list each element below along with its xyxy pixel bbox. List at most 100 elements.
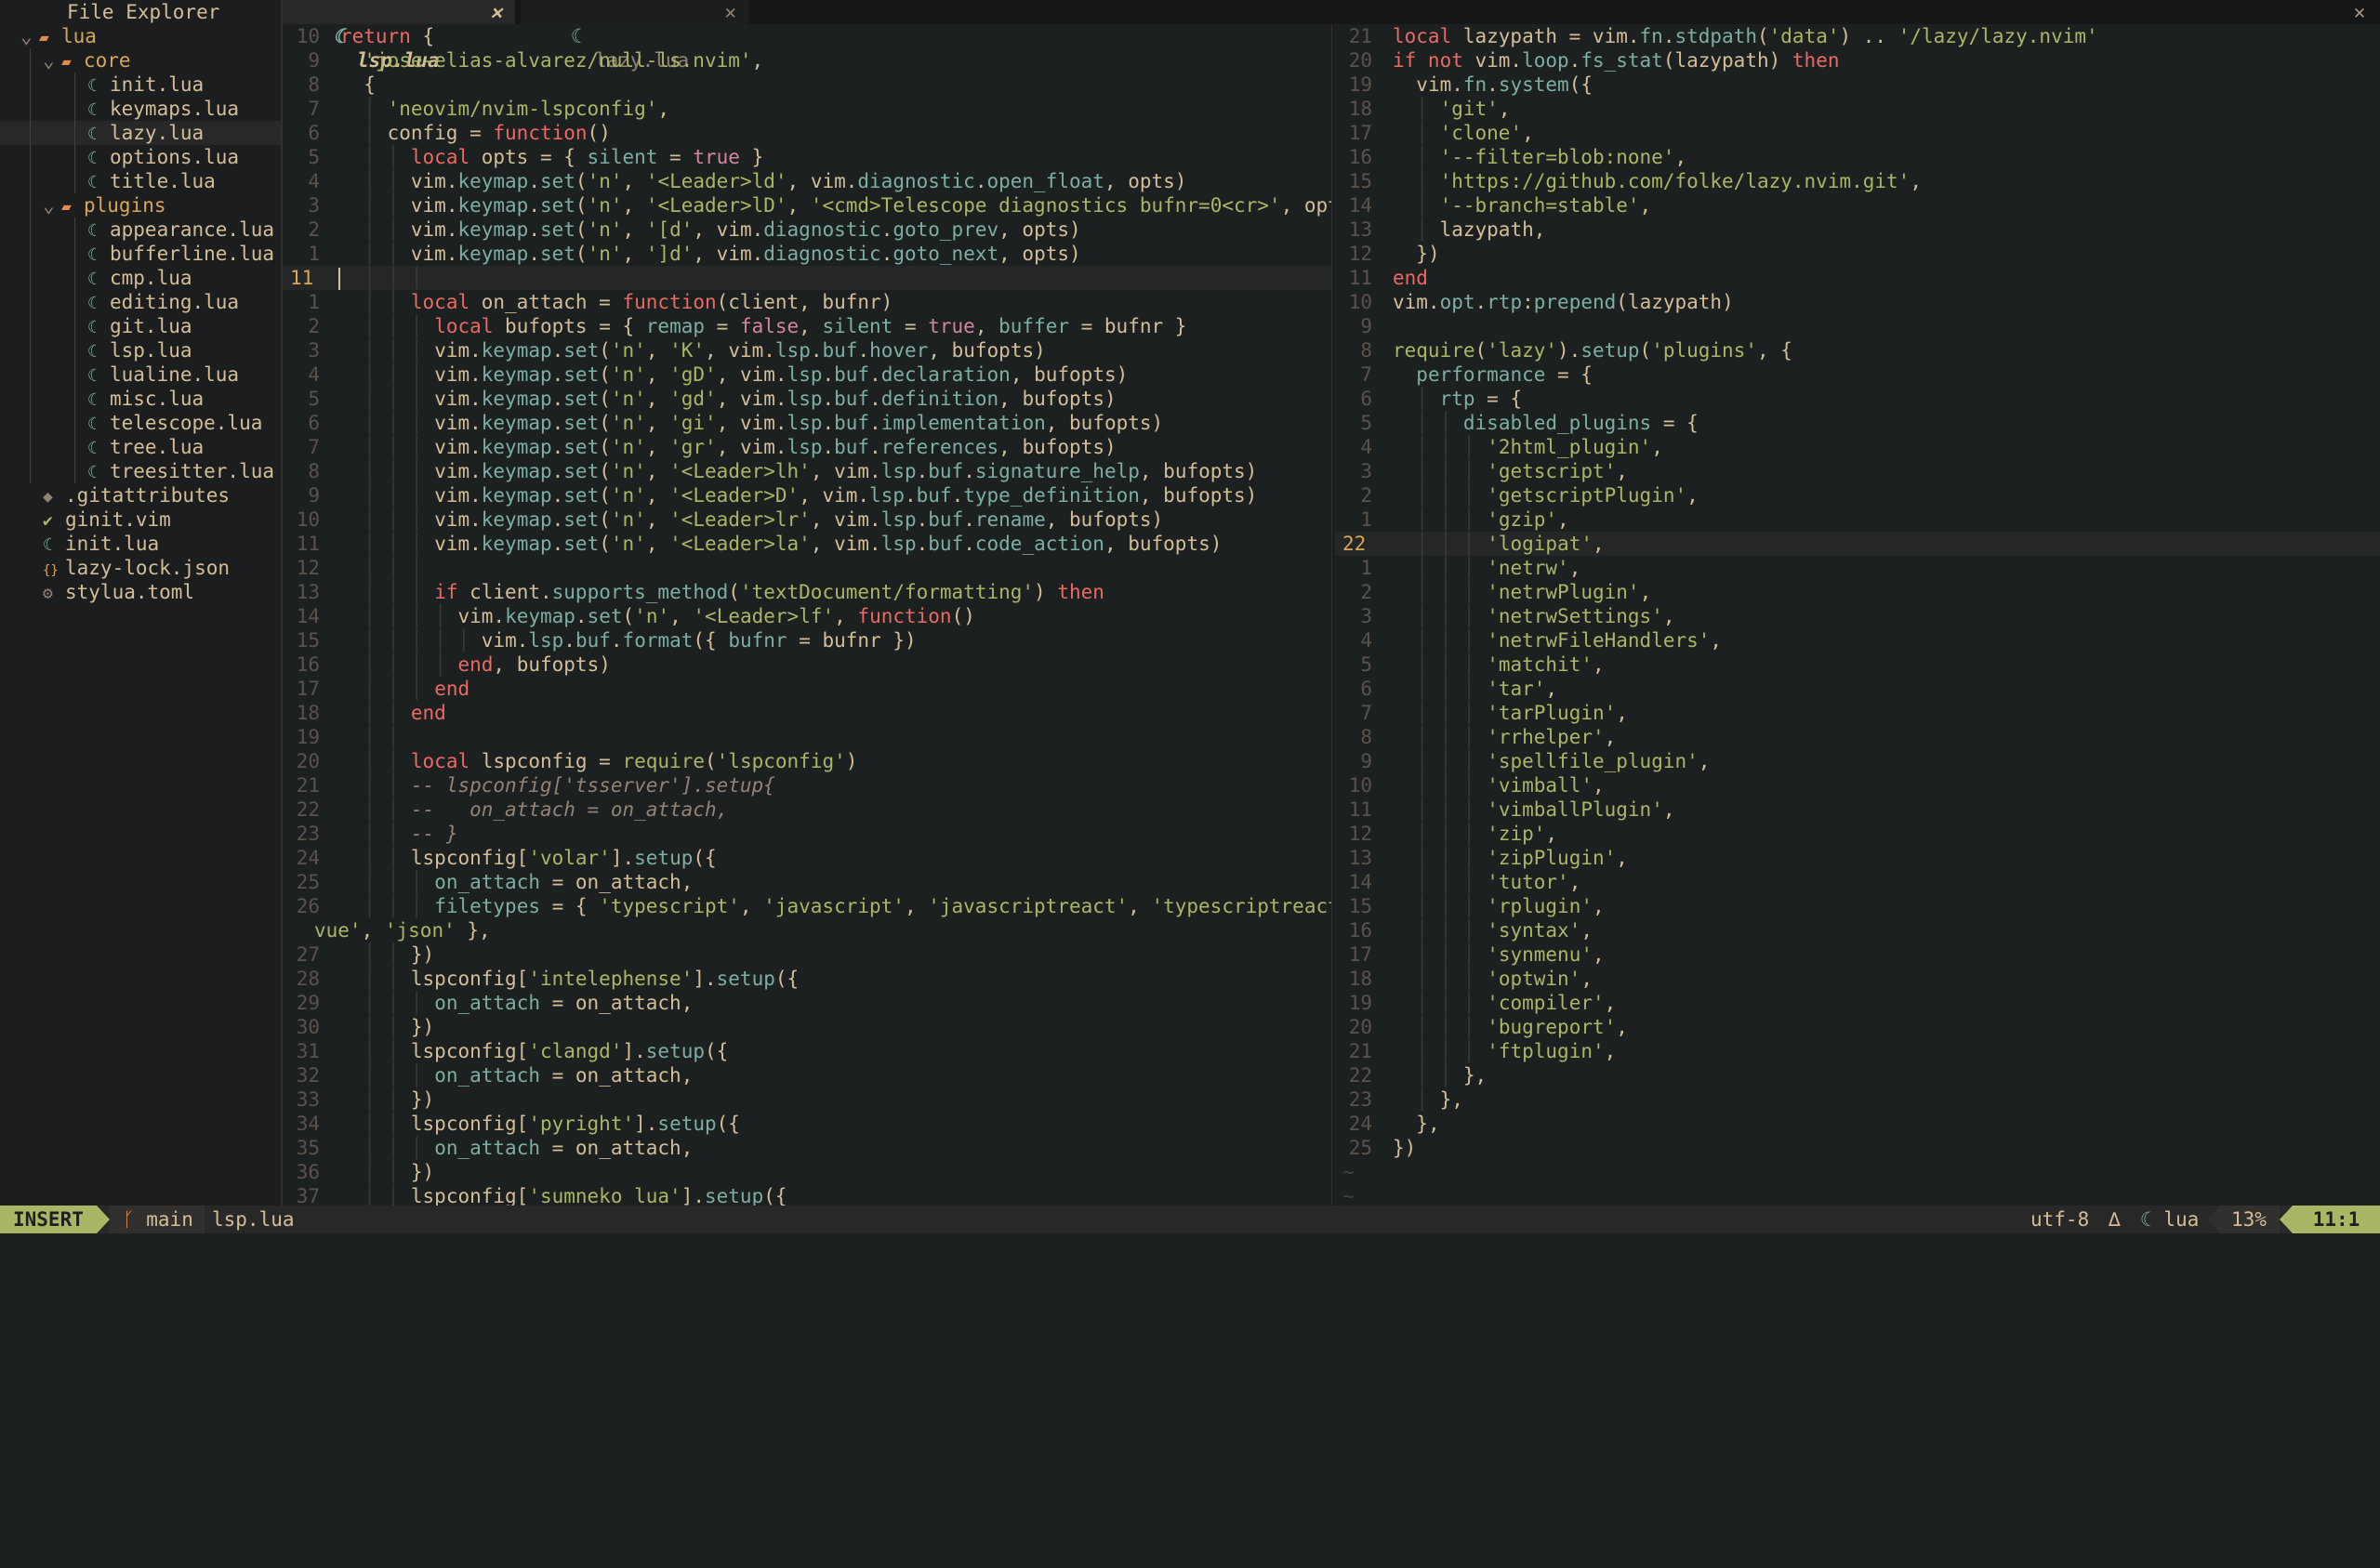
code-line[interactable]: 7 │ 'neovim/nvim-lspconfig', [283, 97, 1331, 121]
code-line[interactable]: 12 │ │ │ [283, 556, 1331, 580]
code-line[interactable]: 7 │ │ │ vim.keymap.set('n', 'gr', vim.ls… [283, 435, 1331, 459]
code-line[interactable]: 1 │ │ local on_attach = function(client,… [283, 290, 1331, 314]
code-line[interactable]: 5 │ │ │ 'matchit', [1335, 652, 2380, 677]
code-line[interactable]: 23 │ │ -- } [283, 822, 1331, 846]
code-line[interactable]: 18 │ │ │ 'optwin', [1335, 967, 2380, 991]
code-line[interactable]: 16 │ '--filter=blob:none', [1335, 145, 2380, 169]
editor-window-left[interactable]: 10 return {9 'jose-elias-alvarez/null-ls.… [283, 24, 1331, 1206]
tree-file-editing-lua[interactable]: ☾ editing.lua [0, 290, 281, 314]
close-all-icon[interactable]: ✕ [2347, 0, 2373, 24]
code-line[interactable]: 8 │ │ │ vim.keymap.set('n', '<Leader>lh'… [283, 459, 1331, 483]
code-line[interactable]: 13 │ │ │ 'zipPlugin', [1335, 846, 2380, 870]
code-line[interactable]: 21 │ │ │ 'ftplugin', [1335, 1039, 2380, 1063]
code-line[interactable]: 15 │ 'https://github.com/folke/lazy.nvim… [1335, 169, 2380, 193]
code-line[interactable]: 11 │ │ │ 'vimballPlugin', [1335, 797, 2380, 822]
code-line[interactable]: 12 │ │ │ 'zip', [1335, 822, 2380, 846]
code-line[interactable]: 10 vim.opt.rtp:prepend(lazypath) [1335, 290, 2380, 314]
tree-file-ginit-vim[interactable]: ✔ ginit.vim [0, 507, 281, 532]
code-line[interactable]: 14 │ │ │ │ vim.keymap.set('n', '<Leader>… [283, 604, 1331, 628]
code-line[interactable]: 24 }, [1335, 1112, 2380, 1136]
tree-file-lualine-lua[interactable]: ☾ lualine.lua [0, 362, 281, 387]
code-line[interactable]: 34 │ │ lspconfig['pyright'].setup({ [283, 1112, 1331, 1136]
code-line[interactable]: 3 │ │ vim.keymap.set('n', '<Leader>lD', … [283, 193, 1331, 217]
tree-file-stylua-toml[interactable]: ⚙ stylua.toml [0, 580, 281, 604]
code-line[interactable]: 35 │ │ │ on_attach = on_attach, [283, 1136, 1331, 1160]
current-code-line[interactable]: 22 │ │ │ 'logipat', [1335, 532, 2380, 556]
code-line[interactable]: 21 local lazypath = vim.fn.stdpath('data'… [1335, 24, 2380, 48]
code-line[interactable]: 10 │ │ │ 'vimball', [1335, 773, 2380, 797]
tree-file-init-lua[interactable]: ☾ init.lua [0, 532, 281, 556]
code-line[interactable]: 20 │ │ local lspconfig = require('lspcon… [283, 749, 1331, 773]
code-line[interactable]: 8 require('lazy').setup('plugins', { [1335, 338, 2380, 362]
tree-file-cmp-lua[interactable]: ☾ cmp.lua [0, 266, 281, 290]
code-line[interactable]: 6 │ │ │ vim.keymap.set('n', 'gi', vim.ls… [283, 411, 1331, 435]
code-line[interactable]: 21 │ │ -- lspconfig['tsserver'].setup{ [283, 773, 1331, 797]
code-line[interactable]: 2 │ │ │ 'getscriptPlugin', [1335, 483, 2380, 507]
code-line[interactable]: 19 │ │ │ 'compiler', [1335, 991, 2380, 1015]
code-line[interactable]: 8 │ │ │ 'rrhelper', [1335, 725, 2380, 749]
code-line[interactable]: 9 [1335, 314, 2380, 338]
current-code-line[interactable]: 11 │ │ │ [283, 266, 1331, 290]
tree-file-lsp-lua[interactable]: ☾ lsp.lua [0, 338, 281, 362]
code-line[interactable]: 4 │ │ vim.keymap.set('n', '<Leader>ld', … [283, 169, 1331, 193]
code-line[interactable]: 4 │ │ │ vim.keymap.set('n', 'gD', vim.ls… [283, 362, 1331, 387]
code-line[interactable]: 28 │ │ lspconfig['intelephense'].setup({ [283, 967, 1331, 991]
tree-file-init-lua[interactable]: ☾ init.lua [0, 72, 281, 97]
code-line[interactable]: 17 │ │ │ 'synmenu', [1335, 942, 2380, 967]
code-line[interactable]: 22 │ │ }, [1335, 1063, 2380, 1087]
code-line[interactable]: 23 │ }, [1335, 1087, 2380, 1112]
tree-file-appearance-lua[interactable]: ☾ appearance.lua [0, 217, 281, 242]
code-line[interactable]: 6 │ │ │ 'tar', [1335, 677, 2380, 701]
code-line[interactable]: 19 │ │ [283, 725, 1331, 749]
tree-file-title-lua[interactable]: ☾ title.lua [0, 169, 281, 193]
code-line[interactable]: 9 │ │ │ 'spellfile_plugin', [1335, 749, 2380, 773]
code-line[interactable]: 1 │ │ vim.keymap.set('n', ']d', vim.diag… [283, 242, 1331, 266]
tree-folder-core[interactable]: ⌄ ▰ core [0, 48, 281, 72]
code-line[interactable]: 14 │ '--branch=stable', [1335, 193, 2380, 217]
code-line[interactable]: 7 │ │ │ 'tarPlugin', [1335, 701, 2380, 725]
code-line[interactable]: 2 │ │ │ 'netrwPlugin', [1335, 580, 2380, 604]
code-line[interactable]: 17 │ │ │ end [283, 677, 1331, 701]
code-line[interactable]: 11 │ │ │ vim.keymap.set('n', '<Leader>la… [283, 532, 1331, 556]
code-line[interactable]: 6 │ config = function() [283, 121, 1331, 145]
code-line[interactable]: 9 'jose-elias-alvarez/null-ls.nvim', [283, 48, 1331, 72]
chevron-down-icon[interactable]: ⌄ [20, 24, 39, 48]
code-line[interactable]: 36 │ │ }) [283, 1160, 1331, 1184]
code-line[interactable]: 4 │ │ │ '2html_plugin', [1335, 435, 2380, 459]
code-line[interactable]: 20 if not vim.loop.fs_stat(lazypath) then [1335, 48, 2380, 72]
code-line[interactable]: 6 │ rtp = { [1335, 387, 2380, 411]
code-line[interactable]: 19 vim.fn.system({ [1335, 72, 2380, 97]
tree-file-treesitter-lua[interactable]: ☾ treesitter.lua [0, 459, 281, 483]
code-line[interactable]: 15 │ │ │ │ │ vim.lsp.buf.format({ bufnr … [283, 628, 1331, 652]
code-line[interactable]: 24 │ │ lspconfig['volar'].setup({ [283, 846, 1331, 870]
code-line[interactable]: 16 │ │ │ 'syntax', [1335, 918, 2380, 942]
tree-file-bufferline-lua[interactable]: ☾ bufferline.lua [0, 242, 281, 266]
chevron-down-icon[interactable]: ⌄ [43, 48, 61, 72]
code-line[interactable]: 14 │ │ │ 'tutor', [1335, 870, 2380, 894]
tree-file-misc-lua[interactable]: ☾ misc.lua [0, 387, 281, 411]
code-line[interactable]: 1 │ │ │ 'gzip', [1335, 507, 2380, 532]
code-line[interactable]: 1 │ │ │ 'netrw', [1335, 556, 2380, 580]
code-line[interactable]: 13 │ lazypath, [1335, 217, 2380, 242]
code-line[interactable]: 2 │ │ vim.keymap.set('n', '[d', vim.diag… [283, 217, 1331, 242]
code-line[interactable]: 3 │ │ │ vim.keymap.set('n', 'K', vim.lsp… [283, 338, 1331, 362]
code-line[interactable]: 11 end [1335, 266, 2380, 290]
code-line[interactable]: 25}) [1335, 1136, 2380, 1160]
tree-file-lazy-lock-json[interactable]: {} lazy-lock.json [0, 556, 281, 580]
tree-file-options-lua[interactable]: ☾ options.lua [0, 145, 281, 169]
code-line[interactable]: 22 │ │ -- on_attach = on_attach, [283, 797, 1331, 822]
code-line[interactable]: 17 │ 'clone', [1335, 121, 2380, 145]
code-line[interactable]: 16 │ │ │ │ end, bufopts) [283, 652, 1331, 677]
tab-lsp-lua[interactable]: ☾ lsp.lua ✕ [283, 0, 515, 72]
code-line[interactable]: 5 │ │ │ vim.keymap.set('n', 'gd', vim.ls… [283, 387, 1331, 411]
code-line[interactable]: 9 │ │ │ vim.keymap.set('n', '<Leader>D',… [283, 483, 1331, 507]
close-icon[interactable]: ✕ [490, 0, 502, 24]
code-line[interactable]: 10 │ │ │ vim.keymap.set('n', '<Leader>lr… [283, 507, 1331, 532]
code-line[interactable]: 5 │ │ local opts = { silent = true } [283, 145, 1331, 169]
code-line[interactable]: 20 │ │ │ 'bugreport', [1335, 1015, 2380, 1039]
chevron-down-icon[interactable]: ⌄ [43, 193, 61, 217]
code-line[interactable]: 27 │ │ }) [283, 942, 1331, 967]
tree-file-keymaps-lua[interactable]: ☾ keymaps.lua [0, 97, 281, 121]
code-line[interactable]: 29 │ │ │ on_attach = on_attach, [283, 991, 1331, 1015]
tree-folder-plugins[interactable]: ⌄ ▰ plugins [0, 193, 281, 217]
